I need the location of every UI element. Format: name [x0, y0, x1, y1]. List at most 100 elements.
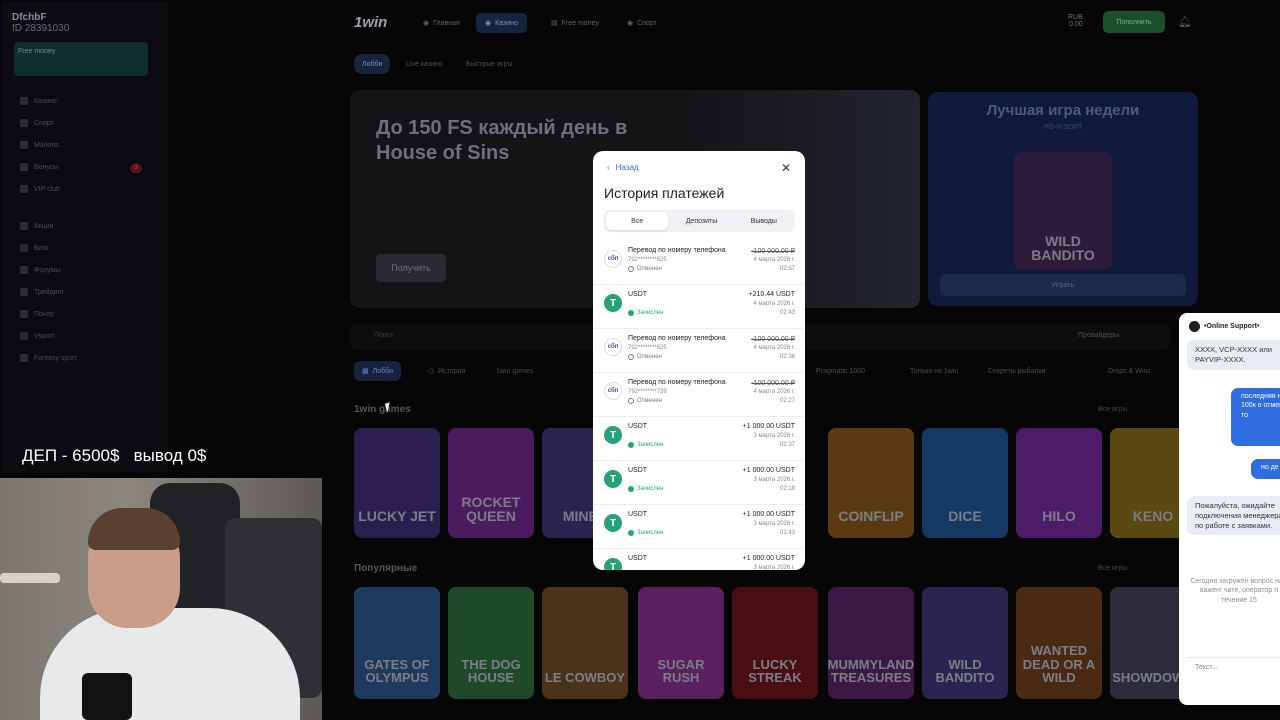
withdraw-total: вывод 0$ [133, 446, 207, 465]
cat-pragmatic[interactable]: Pragmatic 1000 [808, 361, 873, 381]
subtab-fast[interactable]: Быстрые игры [458, 54, 520, 74]
nav-casino[interactable]: ◉ Казино [476, 13, 527, 33]
chat-message-incoming: XXXX, VCP-XXXX или PAYVIP-XXXX. [1187, 340, 1280, 370]
transaction-row[interactable]: T USDT Зачислен +210.44 USDT 4 марта 2026 г.… [593, 285, 805, 329]
cat-only-1win[interactable]: Только на 1win [902, 361, 966, 381]
sidebar-item-casino[interactable]: Казино [20, 97, 57, 105]
all-games-link[interactable]: Все игры [1098, 406, 1127, 413]
transaction-time: 02:37 [779, 442, 795, 448]
nav-label: Казино [495, 19, 518, 27]
tab-all[interactable]: Все [606, 212, 669, 230]
sidebar-item-label: Бонусы [34, 163, 59, 171]
gift-icon [20, 163, 28, 171]
game-card[interactable]: MUMMYLAND TREASURES [828, 587, 914, 699]
usdt-icon: T [604, 514, 622, 532]
cat-label: 1win games [496, 367, 534, 375]
game-card[interactable]: ROCKET QUEEN [448, 428, 534, 538]
transaction-row[interactable]: сбп Перевод по номеру телефона 792********… [593, 241, 805, 285]
bell-icon[interactable]: 🔔︎ [1178, 15, 1192, 28]
transaction-amount: +1 000.00 USDT [742, 555, 795, 562]
cat-fishing[interactable]: Секреты рыбалки [980, 361, 1053, 381]
chat-system-notice: Сегодня загружен вопрос нам важен! чате,… [1190, 578, 1280, 604]
transaction-name: Перевод по номеру телефона [628, 335, 726, 342]
back-button[interactable]: ‹ Назад [607, 163, 639, 172]
play-button[interactable]: Играть [940, 274, 1186, 296]
transaction-list: сбп Перевод по номеру телефона 792********… [593, 241, 805, 570]
username: DfchbF [12, 12, 47, 23]
sidebar-item-sport[interactable]: Спорт [20, 119, 54, 127]
cat-1win-games[interactable]: 1win games [488, 361, 541, 381]
transaction-row[interactable]: сбп Перевод по номеру телефона 792********… [593, 373, 805, 417]
sidebar-item-fantasy[interactable]: Fantasy sport [20, 354, 76, 362]
game-card[interactable]: DICE [922, 428, 1008, 538]
cat-label: Только на 1win [910, 367, 959, 375]
transaction-row[interactable]: сбп Перевод по номеру телефона 792********… [593, 329, 805, 373]
logo[interactable]: 1win [354, 14, 387, 31]
sidebar-item-vsport[interactable]: Vsport [20, 332, 54, 340]
subtab-lobby[interactable]: Лобби [354, 54, 391, 74]
cat-label: Лобби [372, 367, 394, 375]
status-label: Отменен [637, 398, 662, 404]
game-card[interactable]: LUCKY STREAK [732, 587, 818, 699]
subtab-live[interactable]: Live казино [398, 54, 451, 74]
nav-sport[interactable]: ◉ Спорт [618, 13, 666, 33]
sidebar: DfchbF ID 28391030 Free money Казино Спо… [2, 2, 168, 472]
sidebar-item-poker[interactable]: Покер [20, 310, 54, 318]
transaction-row[interactable]: TUSDTЗачислен+1 000.00 USDT3 марта 2026 … [593, 461, 805, 505]
chat-input[interactable]: Текст... [1187, 657, 1280, 675]
transaction-account: 792********625 [628, 257, 667, 263]
deposit-total: ДЕП - 6500$ [22, 446, 120, 465]
usdt-icon: T [604, 426, 622, 444]
transaction-amount: +1 000.00 USDT [742, 511, 795, 518]
screen: DfchbF ID 28391030 Free money Казино Спо… [0, 0, 1280, 720]
deposit-button[interactable]: Пополнить [1103, 11, 1165, 33]
sidebar-item-blog[interactable]: Блог [20, 244, 49, 252]
game-card[interactable]: GATES OF OLYMPUS [354, 587, 440, 699]
transaction-status: Зачислен [628, 442, 663, 448]
payment-history-modal: ‹ Назад ✕ История платежей Все Депозиты В… [593, 151, 805, 570]
transaction-amount: +210.44 USDT [748, 291, 796, 298]
game-card[interactable]: SUGAR RUSH [638, 587, 724, 699]
tab-withdrawals[interactable]: Выводы [733, 210, 795, 232]
transaction-name: USDT [628, 467, 648, 474]
free-money-promo[interactable]: Free money [14, 42, 148, 76]
game-of-week[interactable]: Лучшая игра недели PG-N-SOFT WILD BANDIT… [928, 92, 1198, 306]
sidebar-item-trading[interactable]: Трейдинг [20, 288, 64, 296]
sidebar-item-markets[interactable]: Markets [20, 141, 59, 149]
cat-lobby[interactable]: ▦ Лобби [354, 361, 402, 381]
transaction-row[interactable]: TUSDTЗачислен+1 000.00 USDT3 марта 2026 … [593, 505, 805, 549]
sidebar-item-promos[interactable]: Акции [20, 222, 54, 230]
cat-drops[interactable]: Drops & Wins [1100, 361, 1159, 381]
transaction-date: 4 марта 2026 г. [753, 257, 796, 263]
sidebar-item-vip[interactable]: VIP club [20, 185, 60, 193]
game-card[interactable]: WANTED DEAD OR A WILD [1016, 587, 1102, 699]
user-info[interactable]: DfchbF ID 28391030 [12, 12, 69, 34]
tab-deposits[interactable]: Депозиты [670, 210, 732, 232]
grid-icon: ▦ [362, 368, 369, 375]
sidebar-item-label: Vsport [34, 332, 55, 340]
transaction-row[interactable]: TUSDTЗачислен+1 000.00 USDT3 марта 2026 … [593, 417, 805, 461]
transaction-status: Зачислен [628, 310, 663, 316]
game-card[interactable]: LUCKY JET [354, 428, 440, 538]
providers-button[interactable]: Провайдеры [1078, 332, 1119, 339]
game-card[interactable]: THE DOG HOUSE [448, 587, 534, 699]
transaction-date: 3 марта 2026 г. [753, 433, 796, 439]
usdt-icon: T [604, 558, 622, 570]
game-card[interactable]: COINFLIP [828, 428, 914, 538]
sidebar-item-label: Форумы [34, 266, 61, 274]
section-title-popular: Популярные [354, 563, 418, 574]
game-card[interactable]: LE COWBOY [542, 587, 628, 699]
transaction-status: Отменен [628, 398, 662, 404]
balance[interactable]: RUB 0.00 [1068, 14, 1083, 28]
sidebar-item-bonuses[interactable]: Бонусы [20, 163, 58, 171]
transaction-row[interactable]: TUSDTЗачислен+1 000.00 USDT3 марта 2026 … [593, 549, 805, 570]
close-icon[interactable]: ✕ [781, 161, 791, 175]
nav-home[interactable]: ◉ Главная [414, 13, 469, 33]
game-card[interactable]: WILD BANDITO [922, 587, 1008, 699]
all-games-link[interactable]: Все игры [1098, 565, 1127, 572]
game-card[interactable]: HILO [1016, 428, 1102, 538]
hero-button[interactable]: Получить [376, 254, 446, 282]
sidebar-item-forums[interactable]: Форумы [20, 266, 60, 274]
nav-free-money[interactable]: ▤ Free money [542, 13, 608, 33]
cat-history[interactable]: ◷ История [420, 361, 473, 381]
